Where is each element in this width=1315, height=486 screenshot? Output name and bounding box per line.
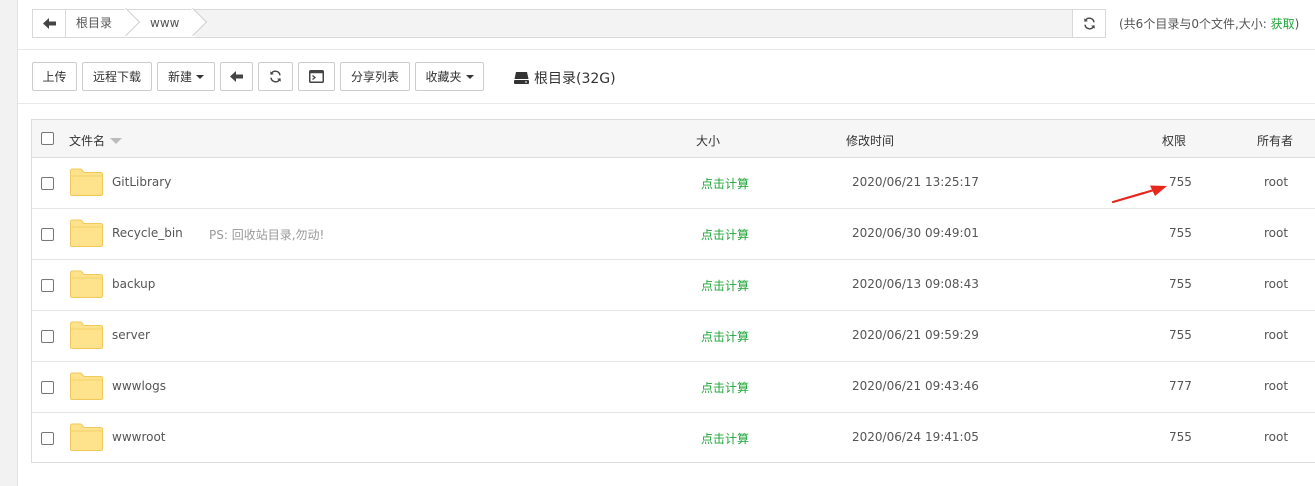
modified-time: 2020/06/30 09:49:01 (852, 226, 979, 240)
terminal-button[interactable] (298, 62, 335, 91)
row-checkbox[interactable] (41, 381, 54, 394)
path-bar: 根目录 www (32, 9, 1106, 38)
calculate-size-link[interactable]: 点击计算 (701, 430, 749, 447)
permission[interactable]: 777 (1169, 379, 1192, 393)
arrow-left-icon (230, 71, 243, 82)
left-panel-edge (0, 0, 18, 486)
table-header: 文件名 大小 修改时间 权限 所有者 (32, 120, 1315, 158)
new-label: 新建 (167, 70, 192, 84)
divider (18, 49, 1315, 50)
file-name[interactable]: backup (112, 277, 155, 291)
owner[interactable]: root (1264, 379, 1288, 393)
sort-down-icon (110, 138, 123, 144)
modified-time: 2020/06/21 13:25:17 (852, 175, 979, 189)
arrow-left-icon (42, 18, 56, 29)
column-header-name[interactable]: 文件名 (69, 132, 123, 149)
modified-time: 2020/06/24 19:41:05 (852, 430, 979, 444)
folder-icon (70, 321, 103, 349)
chevron-down-icon (196, 74, 204, 79)
row-checkbox[interactable] (41, 279, 54, 292)
breadcrumb-item-root[interactable]: 根目录 (66, 10, 129, 37)
folder-icon (70, 168, 103, 196)
refresh-icon (1083, 17, 1095, 30)
table-row[interactable]: wwwlogs 点击计算 2020/06/21 09:43:46 777 root (32, 362, 1315, 413)
refresh-icon (270, 70, 281, 83)
folder-icon (70, 270, 103, 298)
upload-label: 上传 (42, 70, 67, 84)
path-refresh-button[interactable] (1072, 10, 1105, 37)
folder-icon (70, 423, 103, 451)
file-name[interactable]: GitLibrary (112, 175, 171, 189)
table-row[interactable]: wwwroot 点击计算 2020/06/24 19:41:05 755 root (32, 413, 1315, 464)
row-checkbox[interactable] (41, 330, 54, 343)
permission[interactable]: 755 (1169, 277, 1192, 291)
remote-download-button[interactable]: 远程下载 (82, 62, 152, 91)
modified-time: 2020/06/21 09:43:46 (852, 379, 979, 393)
file-name[interactable]: server (112, 328, 150, 342)
calculate-size-link[interactable]: 点击计算 (701, 175, 749, 192)
file-table: 文件名 大小 修改时间 权限 所有者 GitLibrary 点击计算 2020/06… (31, 119, 1315, 463)
owner[interactable]: root (1264, 226, 1288, 240)
column-header-modified[interactable]: 修改时间 (846, 132, 894, 149)
favorites-dropdown-button[interactable]: 收藏夹 (415, 62, 484, 91)
folder-icon (70, 372, 103, 400)
summary-close: ) (1294, 17, 1300, 31)
column-header-permission[interactable]: 权限 (1162, 132, 1186, 149)
share-list-button[interactable]: 分享列表 (340, 62, 410, 91)
refresh-button[interactable] (258, 62, 293, 91)
modified-time: 2020/06/21 09:59:29 (852, 328, 979, 342)
disk-selector[interactable]: 根目录(32G) (514, 68, 616, 88)
share-list-label: 分享列表 (350, 70, 399, 84)
owner[interactable]: root (1264, 328, 1288, 342)
new-dropdown-button[interactable]: 新建 (157, 62, 215, 91)
calculate-size-link[interactable]: 点击计算 (701, 277, 749, 294)
calculate-size-link[interactable]: 点击计算 (701, 379, 749, 396)
divider (18, 103, 1315, 104)
summary-text: (共6个目录与0个文件,大小: (1119, 17, 1271, 31)
select-all-checkbox[interactable] (41, 132, 54, 145)
table-row[interactable]: server 点击计算 2020/06/21 09:59:29 755 root (32, 311, 1315, 362)
terminal-icon (309, 70, 324, 83)
back-button[interactable] (220, 62, 253, 91)
breadcrumb: 根目录 www (66, 10, 196, 37)
file-name[interactable]: wwwlogs (112, 379, 166, 393)
permission[interactable]: 755 (1169, 226, 1192, 240)
path-input-area[interactable] (218, 10, 1072, 37)
permission[interactable]: 755 (1169, 430, 1192, 444)
file-name[interactable]: Recycle_bin (112, 226, 183, 240)
table-row[interactable]: Recycle_bin PS: 回收站目录,勿动! 点击计算 2020/06/30 0… (32, 209, 1315, 260)
calculate-size-link[interactable]: 点击计算 (701, 226, 749, 243)
annotation-arrow-icon (1111, 185, 1167, 204)
file-note: PS: 回收站目录,勿动! (209, 228, 325, 242)
modified-time: 2020/06/13 09:08:43 (852, 277, 979, 291)
disk-label: 根目录(32G) (534, 71, 616, 87)
calculate-size-link[interactable]: 点击计算 (701, 328, 749, 345)
column-header-owner[interactable]: 所有者 (1257, 132, 1293, 149)
directory-summary: (共6个目录与0个文件,大小: 获取) (1119, 15, 1299, 32)
column-header-size[interactable]: 大小 (696, 132, 720, 149)
row-checkbox[interactable] (41, 432, 54, 445)
chevron-down-icon (465, 74, 474, 79)
row-checkbox[interactable] (41, 228, 54, 241)
owner[interactable]: root (1264, 277, 1288, 291)
favorites-label: 收藏夹 (425, 70, 462, 84)
column-header-name-label: 文件名 (69, 134, 106, 148)
file-name[interactable]: wwwroot (112, 430, 166, 444)
folder-icon (70, 219, 103, 247)
path-back-button[interactable] (33, 10, 66, 37)
permission[interactable]: 755 (1169, 175, 1192, 189)
get-size-link[interactable]: 获取 (1271, 17, 1295, 31)
owner[interactable]: root (1264, 175, 1288, 189)
row-checkbox[interactable] (41, 177, 54, 190)
upload-button[interactable]: 上传 (32, 62, 77, 91)
hard-drive-icon (514, 72, 529, 84)
table-row[interactable]: backup 点击计算 2020/06/13 09:08:43 755 root (32, 260, 1315, 311)
remote-download-label: 远程下载 (92, 70, 141, 84)
permission[interactable]: 755 (1169, 328, 1192, 342)
owner[interactable]: root (1264, 430, 1288, 444)
